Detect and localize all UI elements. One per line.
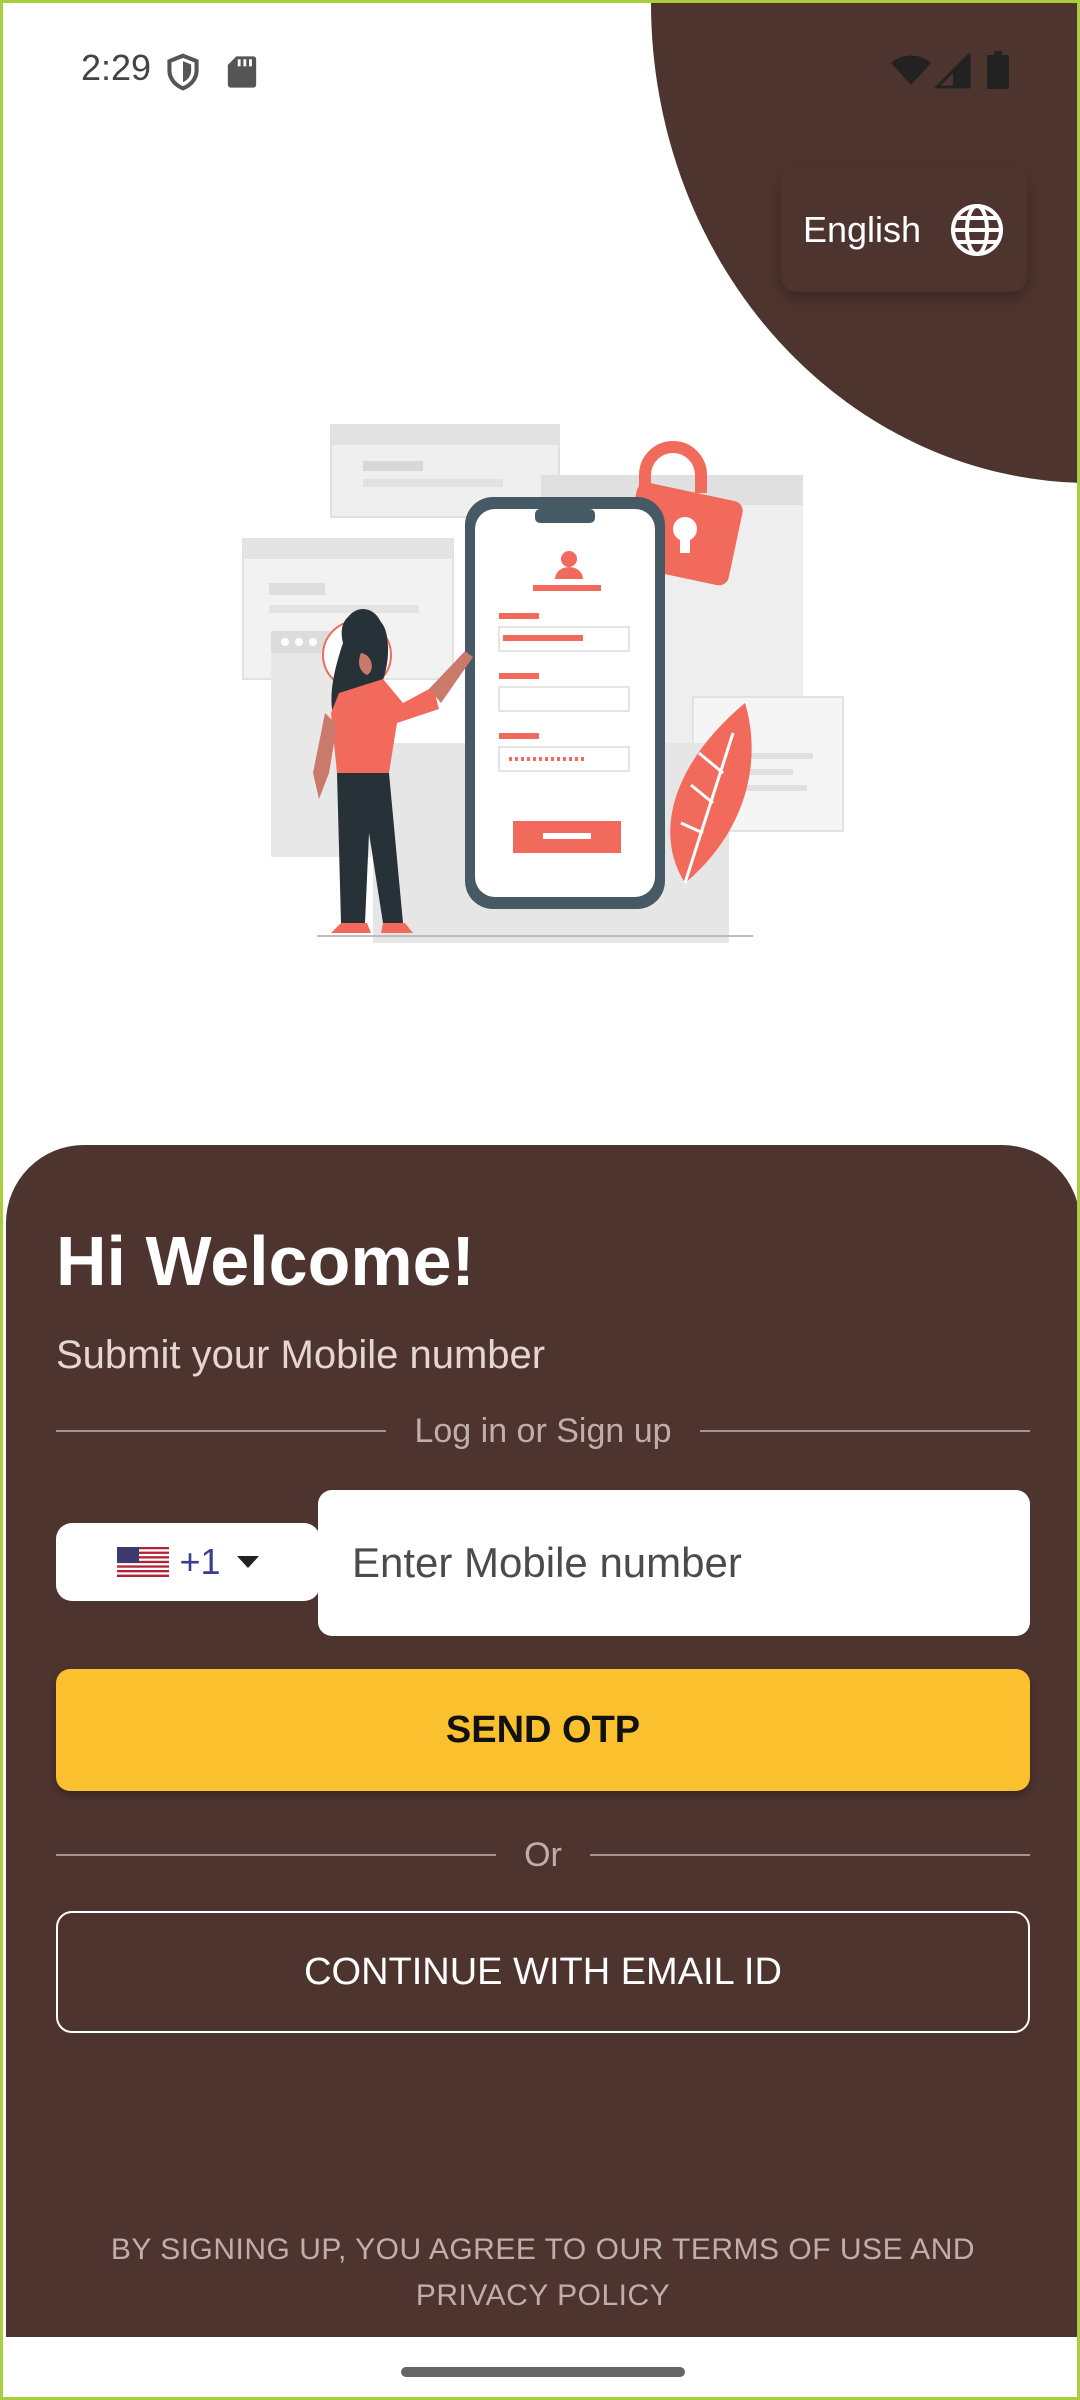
- sd-card-icon: [227, 56, 257, 88]
- chevron-down-icon: [236, 1556, 259, 1568]
- login-signup-divider: Log in or Sign up: [56, 1411, 1031, 1451]
- divider-label: Log in or Sign up: [414, 1411, 672, 1450]
- mobile-number-input[interactable]: [318, 1490, 1030, 1636]
- home-indicator[interactable]: [401, 2367, 685, 2377]
- wifi-icon: [891, 55, 931, 85]
- continue-with-email-button[interactable]: CONTINUE WITH EMAIL ID: [56, 1911, 1030, 2033]
- welcome-title: Hi Welcome!: [56, 1222, 475, 1300]
- shield-icon: [167, 53, 199, 91]
- or-divider: Or: [56, 1835, 1030, 1875]
- welcome-subtitle: Submit your Mobile number: [56, 1333, 546, 1377]
- divider-line: [56, 1430, 387, 1432]
- language-selector[interactable]: English: [781, 168, 1027, 292]
- signup-illustration: [242, 424, 844, 943]
- terms-notice[interactable]: BY SIGNING UP, YOU AGREE TO OUR TERMS OF…: [86, 2227, 1000, 2319]
- country-code-picker[interactable]: +1: [56, 1523, 320, 1601]
- globe-icon: [951, 204, 1004, 256]
- or-label: Or: [524, 1835, 562, 1874]
- login-panel: Hi Welcome! Submit your Mobile number Lo…: [6, 1145, 1077, 2337]
- language-label: English: [803, 209, 922, 250]
- status-time: 2:29: [81, 47, 152, 88]
- us-flag-icon: [117, 1547, 170, 1577]
- send-otp-button[interactable]: SEND OTP: [56, 1669, 1030, 1791]
- divider-line: [699, 1430, 1031, 1432]
- battery-icon: [987, 51, 1009, 89]
- divider-line: [56, 1854, 497, 1856]
- status-bar: 2:29: [3, 3, 1077, 133]
- divider-line: [589, 1854, 1030, 1856]
- signal-icon: [935, 53, 971, 89]
- country-code: +1: [179, 1541, 221, 1582]
- phone-mockup: [465, 497, 665, 909]
- login-screen: 2:29 English Hi Welcome! Submit your Mob…: [0, 0, 1080, 2400]
